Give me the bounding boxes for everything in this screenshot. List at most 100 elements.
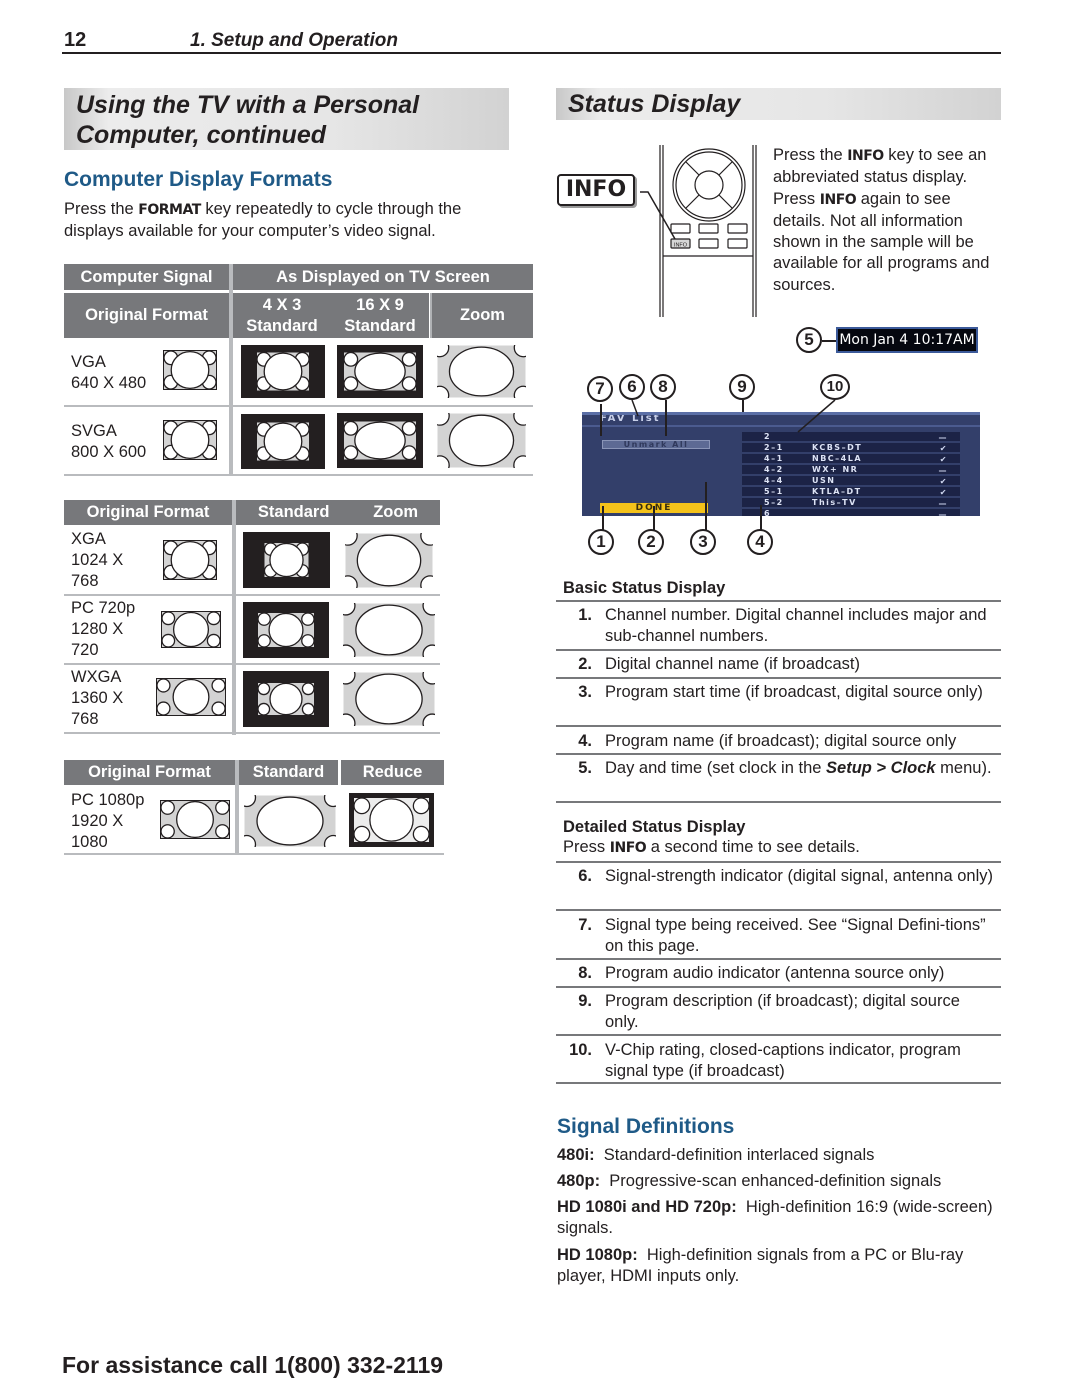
channel-row[interactable]: 4–1 NBC–4LA ✔ (742, 454, 960, 464)
signal-term: HD 1080i and HD 720p: (557, 1198, 737, 1216)
unmark-all-button[interactable]: Unmark All (602, 440, 710, 449)
callout-9: 9 (729, 374, 755, 400)
channel-number: 4–4 (764, 476, 784, 485)
list-rule (556, 1034, 1001, 1036)
header-as-displayed: As Displayed on TV Screen (233, 264, 533, 290)
header-4x3-standard: 4 X 3 Standard (233, 293, 331, 338)
item-text: Day and time (set clock in the Setup > C… (605, 758, 997, 779)
menu-path: Setup > Clock (826, 759, 936, 777)
item-text: Channel number. Digital channel includes… (605, 606, 987, 645)
screen-format-icon (243, 532, 330, 588)
intro-text: Press the (773, 146, 848, 164)
list-rule (556, 649, 1001, 651)
signal-term: 480i: (557, 1146, 595, 1164)
screen-format-icon (241, 345, 325, 398)
format-resolution: 1360 X (71, 689, 124, 707)
format-name: VGA (71, 353, 106, 371)
channel-number: 6 (764, 509, 772, 516)
channel-row[interactable]: 4–2 WX+ NR — (742, 465, 960, 475)
callout-leader (600, 404, 602, 436)
column-divider (232, 500, 236, 735)
table-row-label: WXGA 1360 X 768 (71, 667, 123, 730)
item-text: Program start time (if broadcast, digita… (605, 683, 983, 701)
left-title-line2: Computer, continued (76, 121, 326, 149)
callout-1: 1 (588, 529, 614, 555)
screen-format-icon (163, 350, 217, 390)
item-number: 10. (569, 1041, 592, 1059)
remote-button (698, 223, 719, 234)
list-rule (556, 725, 1001, 727)
item-number: 6. (578, 867, 592, 885)
unchecked-icon: — (938, 510, 948, 516)
list-rule (556, 986, 1001, 988)
callout-leader (760, 505, 762, 530)
callout-leaders (631, 399, 836, 433)
info-key-graphic: INFO (557, 174, 635, 206)
screen-format-icon (243, 602, 329, 658)
format-resolution: 1024 X (71, 551, 124, 569)
callout-leader (602, 506, 604, 530)
item-number: 8. (578, 964, 592, 982)
left-title-line1: Using the TV with a Personal (76, 91, 420, 119)
item-text-part: Day and time (set clock in the (605, 759, 827, 777)
format-resolution: 768 (71, 710, 99, 728)
callout-leader (653, 506, 655, 530)
signal-definition: 480p: Progressive-scan enhanced-definiti… (557, 1171, 1002, 1192)
header-16x9-standard: 16 X 9 Standard (331, 293, 429, 338)
callout-6: 6 (619, 374, 645, 400)
intro-text: Press the (64, 200, 139, 218)
column-divider (229, 264, 233, 476)
item-text: Program name (if broadcast); digital sou… (605, 732, 957, 750)
header-computer-signal: Computer Signal (64, 264, 229, 290)
row-divider (64, 474, 533, 476)
format-resolution: 1080 (71, 833, 108, 851)
list-rule (556, 1082, 1001, 1084)
channel-row[interactable]: 4–4 USN ✔ (742, 476, 960, 486)
screen-format-icon (349, 793, 434, 847)
left-section-title: Using the TV with a Personal Computer, c… (64, 88, 509, 150)
screen-format-icon (160, 800, 230, 839)
format-key-label: FORMAT (138, 202, 201, 218)
unchecked-icon: — (938, 466, 948, 475)
header-zoom: Zoom (432, 293, 533, 338)
screen-format-icon (437, 413, 526, 468)
checkmark-icon: ✔ (939, 488, 948, 497)
detailed-status-heading: Detailed Status Display (563, 818, 746, 836)
screen-format-icon (437, 345, 526, 398)
channel-row[interactable]: 5–2 This–TV — (742, 498, 960, 508)
item-number: 4. (578, 732, 592, 750)
screen-format-icon (337, 413, 423, 468)
info-key-label: INFO (847, 148, 884, 164)
header-rule (62, 52, 1001, 54)
screen-format-icon (156, 678, 226, 716)
table-row-label: PC 1080p 1920 X 1080 (71, 790, 144, 853)
row-divider (64, 732, 440, 734)
callout-10: 10 (820, 374, 850, 400)
list-rule (556, 861, 1001, 863)
format-name: PC 720p (71, 599, 136, 617)
header-standard: Standard (239, 760, 338, 785)
info-leader-line (640, 191, 676, 240)
list-rule (556, 909, 1001, 911)
row-divider (64, 853, 444, 855)
signal-term: 480p: (557, 1172, 601, 1190)
callout-leader (705, 482, 707, 530)
callout-7: 7 (587, 376, 613, 402)
header-original-format: Original Format (64, 500, 232, 525)
remote-info-label: INFO (674, 243, 688, 249)
channel-row[interactable]: 2–1 KCBS–DT ✔ (742, 443, 960, 453)
channel-name: USN (812, 476, 836, 485)
remote-control-illustration: INFO (640, 145, 757, 317)
channel-number: 5–1 (764, 487, 784, 496)
header-reduce: Reduce (341, 760, 444, 785)
row-divider (64, 663, 440, 665)
checkmark-icon: ✔ (939, 455, 948, 464)
callout-8: 8 (650, 374, 676, 400)
channel-row[interactable]: 6— (742, 509, 960, 516)
channel-row[interactable]: 5–1 KTLA–DT ✔ (742, 487, 960, 497)
item-number: 9. (578, 992, 592, 1010)
channel-number: 5–2 (764, 498, 784, 507)
signal-definitions-heading: Signal Definitions (557, 1115, 735, 1138)
intro-text: Press (563, 838, 610, 856)
row-divider (64, 594, 440, 596)
